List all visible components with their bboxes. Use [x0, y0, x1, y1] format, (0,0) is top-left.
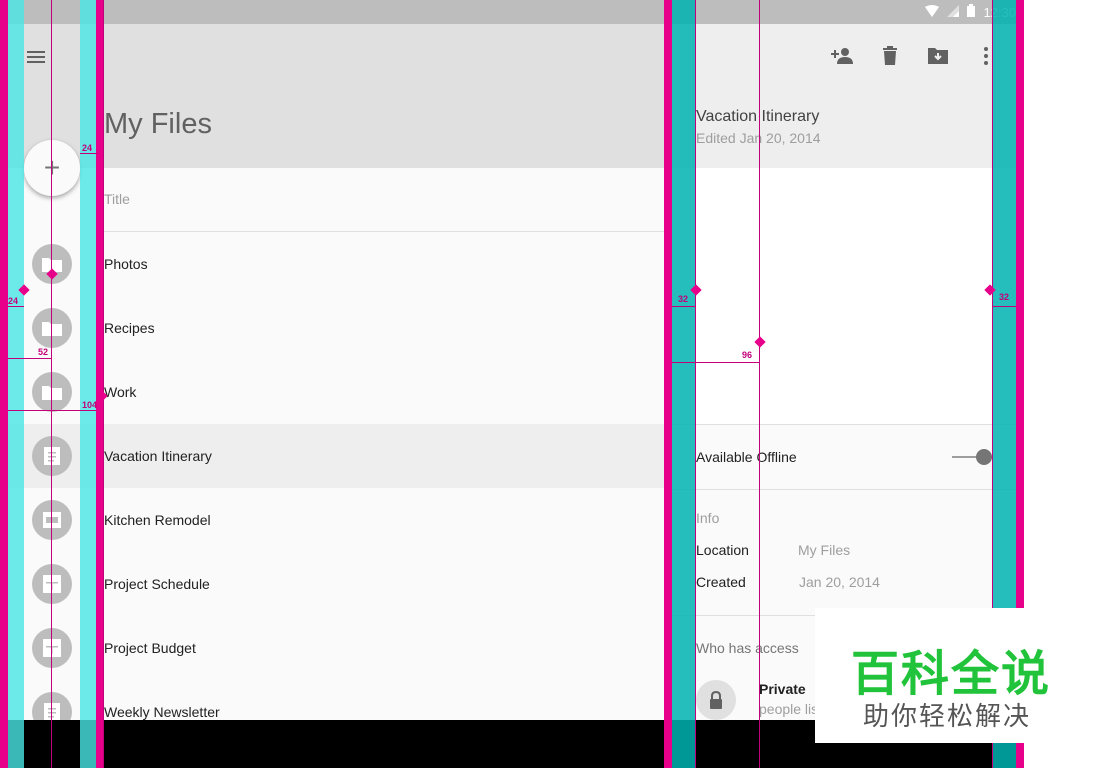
offline-label: Available Offline — [696, 449, 797, 465]
measure-line — [8, 306, 24, 307]
list-item-project-schedule[interactable]: Project Schedule — [0, 552, 664, 616]
info-title: Info — [696, 510, 720, 526]
status-time: 12:30 — [983, 4, 1016, 20]
folder-icon — [32, 308, 72, 348]
status-icons: 12:30 — [925, 3, 1016, 21]
spreadsheet-icon — [32, 628, 72, 668]
spec-label: 32 — [999, 292, 1010, 302]
measure-line — [992, 306, 1016, 307]
detail-actions — [830, 44, 998, 68]
watermark: 百科全说 助你轻松解决 — [815, 608, 1120, 743]
folder-icon — [32, 372, 72, 412]
battery-icon — [967, 4, 976, 20]
keyline — [103, 0, 104, 768]
created-value: Jan 20, 2014 — [799, 574, 880, 590]
delete-icon[interactable] — [878, 44, 902, 68]
menu-icon[interactable] — [24, 45, 48, 69]
list-item-vacation-itinerary[interactable]: Vacation Itinerary — [0, 424, 664, 488]
list-item-project-budget[interactable]: Project Budget — [0, 616, 664, 680]
add-person-icon[interactable] — [830, 44, 854, 68]
list-item-label: Project Schedule — [104, 576, 210, 592]
spec-label: 24 — [8, 296, 19, 306]
keyline — [759, 0, 760, 768]
watermark-line2: 助你轻松解决 — [863, 702, 1032, 732]
status-bar: 12:30 — [0, 0, 1024, 24]
list-app-bar — [0, 24, 664, 168]
watermark-line1: 百科全说 — [851, 646, 1052, 702]
access-owner-name: Private — [759, 681, 806, 697]
access-title: Who has access — [696, 640, 799, 656]
measure-line — [8, 358, 51, 359]
list-item-kitchen-remodel[interactable]: Kitchen Remodel — [0, 488, 664, 552]
list-item-label: Weekly Newsletter — [104, 704, 220, 720]
list-item-label: Recipes — [104, 320, 155, 336]
available-offline-row[interactable]: Available Offline — [672, 424, 1016, 490]
info-section: Info Location My Files Created Jan 20, 2… — [672, 488, 1016, 616]
list-item-label: Vacation Itinerary — [104, 448, 212, 464]
lock-icon — [696, 680, 736, 720]
measure-line — [672, 362, 760, 363]
location-value: My Files — [798, 542, 851, 558]
spreadsheet-icon — [32, 564, 72, 604]
spec-label: 104 — [82, 400, 98, 410]
location-label: Location — [696, 542, 749, 558]
add-fab[interactable]: + — [24, 140, 80, 196]
list-item-label: Project Budget — [104, 640, 196, 656]
list-item-recipes[interactable]: Recipes — [0, 296, 664, 360]
spec-label: 32 — [678, 294, 689, 304]
page-title: My Files — [104, 108, 212, 140]
created-label: Created — [696, 574, 746, 590]
list-item-label: Work — [104, 384, 137, 400]
list-item-label: Photos — [104, 256, 148, 272]
list-item-label: Kitchen Remodel — [104, 512, 211, 528]
signal-icon — [947, 4, 960, 20]
offline-toggle[interactable] — [976, 449, 992, 465]
measure-line — [80, 153, 98, 154]
list-item-photos[interactable]: Photos — [0, 232, 664, 296]
access-owner-sub: people lis — [759, 701, 819, 717]
document-icon — [32, 436, 72, 476]
slides-icon — [32, 500, 72, 540]
more-vert-icon[interactable] — [974, 44, 998, 68]
keyline — [695, 0, 696, 768]
measure-line — [8, 410, 96, 411]
move-to-folder-icon[interactable] — [926, 44, 950, 68]
wifi-icon — [925, 4, 940, 20]
list-header-title: Title — [104, 191, 130, 207]
file-preview — [672, 168, 1016, 424]
keyline — [51, 0, 52, 768]
spec-label: 52 — [38, 347, 49, 357]
detail-header: Vacation Itinerary Edited Jan 20, 2014 — [672, 24, 1016, 168]
measure-line — [672, 306, 696, 307]
detail-title: Vacation Itinerary — [696, 108, 820, 125]
spec-label: 96 — [742, 350, 753, 360]
spec-label: 24 — [82, 143, 93, 153]
